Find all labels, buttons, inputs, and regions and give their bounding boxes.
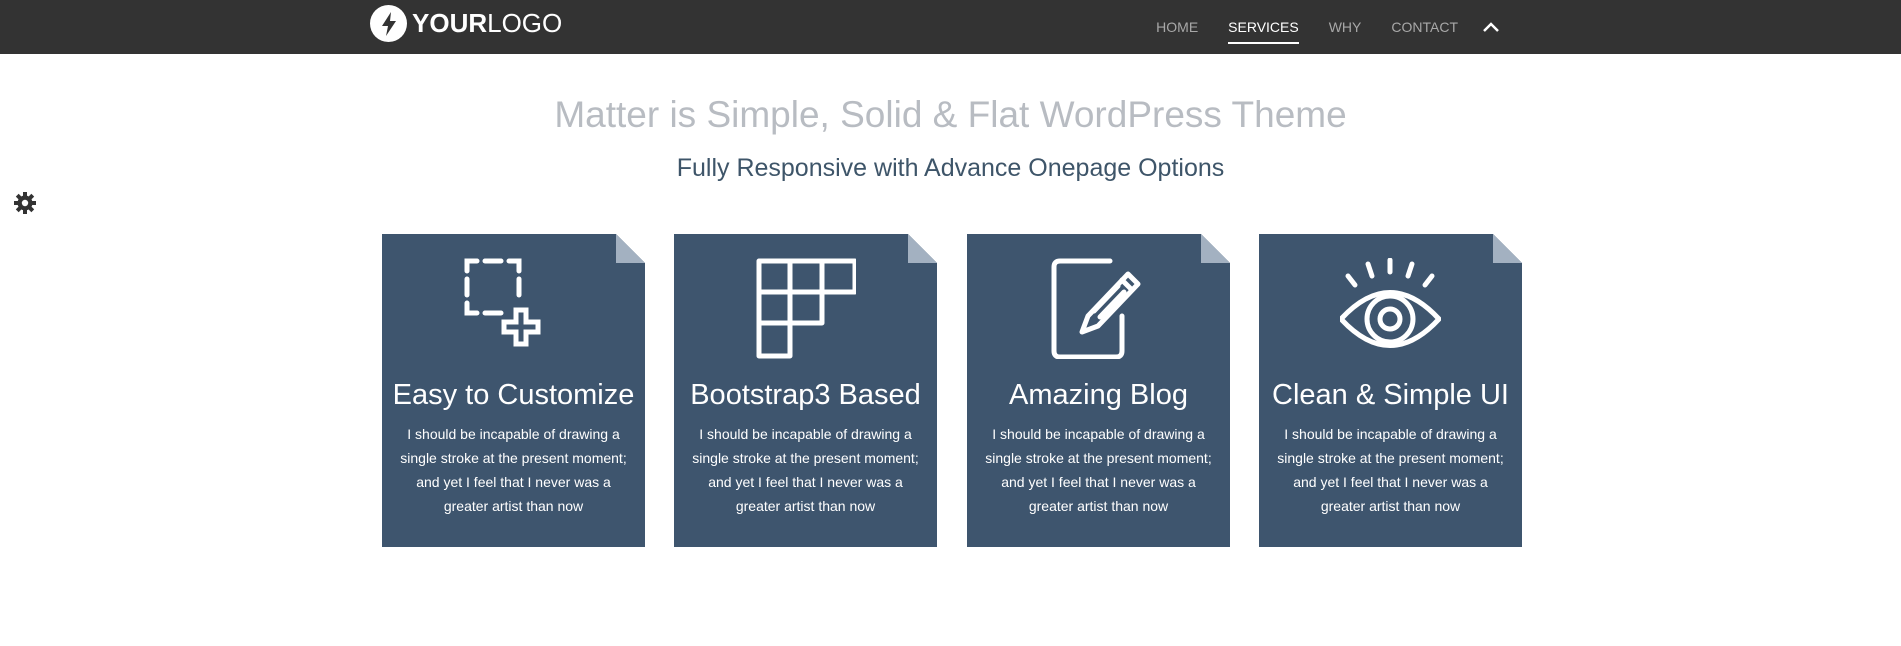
hero-subtitle: Fully Responsive with Advance Onepage Op… (676, 154, 1225, 182)
logo-text-light: LOGO (487, 8, 563, 38)
edit-document-icon (1051, 258, 1141, 359)
top-navbar: YOURLOGO HOME SERVICES WHY CONTACT (0, 0, 1901, 54)
feature-title: Easy to Customize (392, 379, 635, 411)
feature-card-bootstrap: Bootstrap3 Based I should be incapable o… (674, 234, 937, 547)
gear-icon[interactable] (13, 191, 37, 215)
feature-card-blog: Amazing Blog I should be incapable of dr… (967, 234, 1230, 547)
grid-icon (756, 258, 856, 359)
main-nav: HOME SERVICES WHY CONTACT (1126, 0, 1502, 54)
site-logo[interactable]: YOURLOGO (370, 5, 562, 42)
select-add-icon (464, 258, 541, 347)
feature-text: I should be incapable of drawing a singl… (1277, 426, 1504, 514)
feature-text: I should be incapable of drawing a singl… (985, 426, 1212, 514)
feature-text: I should be incapable of drawing a singl… (692, 426, 919, 514)
nav-home[interactable]: HOME (1156, 13, 1198, 41)
nav-why[interactable]: WHY (1329, 13, 1362, 41)
feature-card-customize: Easy to Customize I should be incapable … (382, 234, 645, 547)
lightning-bolt-icon (370, 5, 407, 42)
feature-card-clean-ui: Clean & Simple UI I should be incapable … (1259, 234, 1522, 547)
hero-title: Matter is Simple, Solid & Flat WordPress… (554, 94, 1347, 135)
feature-title: Amazing Blog (1009, 379, 1188, 411)
logo-text-bold: YOUR (412, 8, 488, 38)
chevron-up-icon[interactable] (1480, 16, 1502, 38)
nav-services[interactable]: SERVICES (1228, 13, 1299, 44)
nav-contact[interactable]: CONTACT (1391, 13, 1458, 41)
feature-text: I should be incapable of drawing a singl… (400, 426, 627, 514)
feature-title: Bootstrap3 Based (690, 379, 921, 411)
feature-title: Clean & Simple UI (1272, 379, 1509, 411)
logo-text: YOURLOGO (412, 8, 562, 39)
eye-icon (1340, 258, 1441, 348)
